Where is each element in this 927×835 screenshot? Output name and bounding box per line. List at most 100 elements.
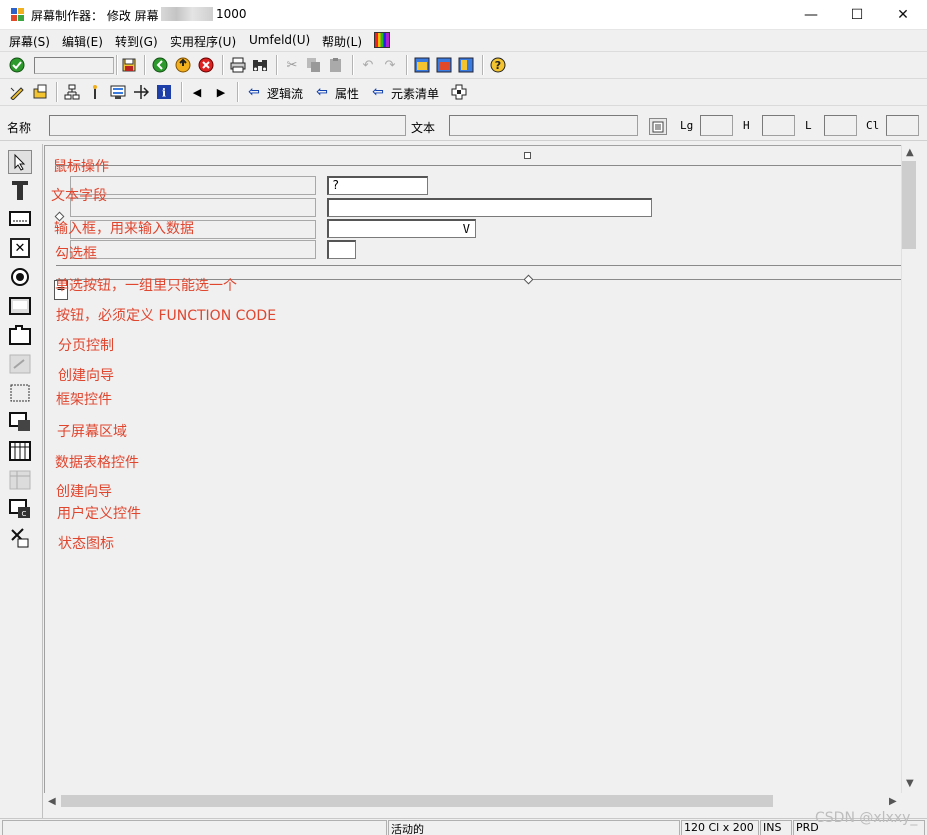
insert-element-icon[interactable] [450,83,468,101]
scroll-left-icon[interactable]: ◀ [48,796,56,807]
menu-bar: 屏幕(S) 编辑(E) 转到(G) 实用程序(U) Umfeld(U) 帮助(L… [0,30,927,52]
pointer-tool-icon[interactable] [8,150,32,174]
logic-flow-arrow-icon[interactable]: ⇦ [245,83,263,101]
close-button[interactable]: ✕ [880,0,926,30]
custom-control-tool-icon[interactable]: C [8,497,32,521]
vertical-scroll-thumb[interactable] [902,161,916,249]
activate-icon[interactable] [31,83,49,101]
status-icon-tool-icon[interactable] [8,526,32,550]
exit-icon[interactable] [174,56,192,74]
scroll-right-icon[interactable]: ▶ [889,796,897,807]
maximize-button[interactable]: ☐ [834,0,880,30]
cl-field[interactable] [886,115,919,136]
toolbar-separator [237,82,238,102]
menu-edit[interactable]: 编辑(E) [62,33,103,50]
next-icon[interactable]: ▶ [212,83,230,101]
enter-check-icon[interactable] [8,56,26,74]
menu-utilities[interactable]: 实用程序(U) [170,33,236,50]
help-icon[interactable]: ? [489,56,507,74]
dropdown-indicator: V [462,222,470,236]
status-message-area [2,820,387,835]
save-icon[interactable] [120,56,138,74]
element-palette: ✕ C [0,144,43,820]
copy-icon[interactable] [305,56,323,74]
element-list-arrow-icon[interactable]: ⇦ [369,83,387,101]
paste-icon[interactable] [327,56,345,74]
table-control-tool-icon[interactable] [8,439,32,463]
redo-icon[interactable]: ↷ [381,56,399,74]
display-change-icon[interactable] [8,83,26,101]
attributes-button[interactable]: 属性 [335,85,359,102]
toolbar-separator [482,55,483,75]
attributes-arrow-icon[interactable]: ⇦ [313,83,331,101]
text-field[interactable] [449,115,638,136]
hierarchy-icon[interactable] [63,83,81,101]
text-field-tool-icon[interactable] [8,178,32,202]
checkbox-field[interactable] [327,240,356,259]
toolbar-separator [352,55,353,75]
text-label-box-4[interactable] [70,240,316,259]
menu-goto[interactable]: 转到(G) [115,33,158,50]
annotation-table-wizard: 创建向导 [56,484,112,500]
info-icon[interactable]: i [155,83,173,101]
navigate-icon[interactable] [132,83,150,101]
find-icon[interactable] [251,56,269,74]
screen-list-icon[interactable] [109,83,127,101]
logic-flow-button[interactable]: 逻辑流 [267,85,303,102]
command-field[interactable] [34,57,114,74]
table-wizard-icon[interactable] [8,468,32,492]
customize-layout-icon[interactable] [374,32,390,48]
element-list-button[interactable]: 元素清单 [391,85,439,102]
lg-field[interactable] [700,115,733,136]
l-field[interactable] [824,115,857,136]
annotation-text-field: 文本字段 [51,188,107,204]
annotation-custom-control: 用户定义控件 [57,506,141,522]
new-window-icon[interactable] [413,56,431,74]
where-used-icon[interactable] [86,83,104,101]
redacted-program-name [161,7,213,21]
input-field-tool-icon[interactable] [8,207,32,231]
menu-help[interactable]: 帮助(L) [322,33,362,50]
scroll-up-icon[interactable]: ▲ [906,147,914,158]
cut-icon[interactable]: ✂ [283,56,301,74]
checkbox-tool-icon[interactable]: ✕ [8,236,32,260]
toolbar-separator [56,82,57,102]
menu-screen[interactable]: 屏幕(S) [9,33,50,50]
previous-icon[interactable]: ◀ [188,83,206,101]
cancel-icon[interactable] [197,56,215,74]
name-label: 名称 [7,121,32,135]
layout-menu-icon[interactable] [457,56,475,74]
watermark: CSDN @xlxxy_ [815,810,918,826]
svg-text:?: ? [495,59,501,72]
screen-painter-app-icon [11,8,25,22]
dropdown-field[interactable]: V [327,219,476,238]
standard-toolbar: ✂ ↶ ↷ ? [0,52,927,79]
box-frame-tool-icon[interactable] [8,381,32,405]
annotation-input-field: 输入框，用来输入数据 [54,221,194,237]
name-field[interactable] [49,115,406,136]
scroll-down-icon[interactable]: ▼ [906,778,914,789]
subscreen-area-tool-icon[interactable] [8,410,32,434]
annotation-table-control: 数据表格控件 [55,455,139,471]
annotation-mouse: 鼠标操作 [53,159,109,175]
toolbar-separator [144,55,145,75]
undo-icon[interactable]: ↶ [359,56,377,74]
back-icon[interactable] [151,56,169,74]
pushbutton-tool-icon[interactable] [8,294,32,318]
selection-handle-top[interactable] [524,152,531,159]
print-icon[interactable] [229,56,247,74]
dictionary-icon[interactable] [649,118,667,135]
horizontal-scroll-thumb[interactable] [61,795,773,807]
menu-environment[interactable]: Umfeld(U) [249,33,310,47]
input-field-long[interactable] [327,198,652,217]
h-field[interactable] [762,115,795,136]
tabstrip-tool-icon[interactable] [8,323,32,347]
status-size: 120 Cl x 200 [681,820,759,835]
toolbar-separator [222,55,223,75]
generate-shortcut-icon[interactable] [435,56,453,74]
tabstrip-wizard-icon[interactable] [8,352,32,376]
minimize-button[interactable]: — [788,0,834,30]
input-field-question[interactable]: ? [327,176,428,195]
text-label: 文本 [411,121,436,135]
radio-button-tool-icon[interactable] [8,265,32,289]
